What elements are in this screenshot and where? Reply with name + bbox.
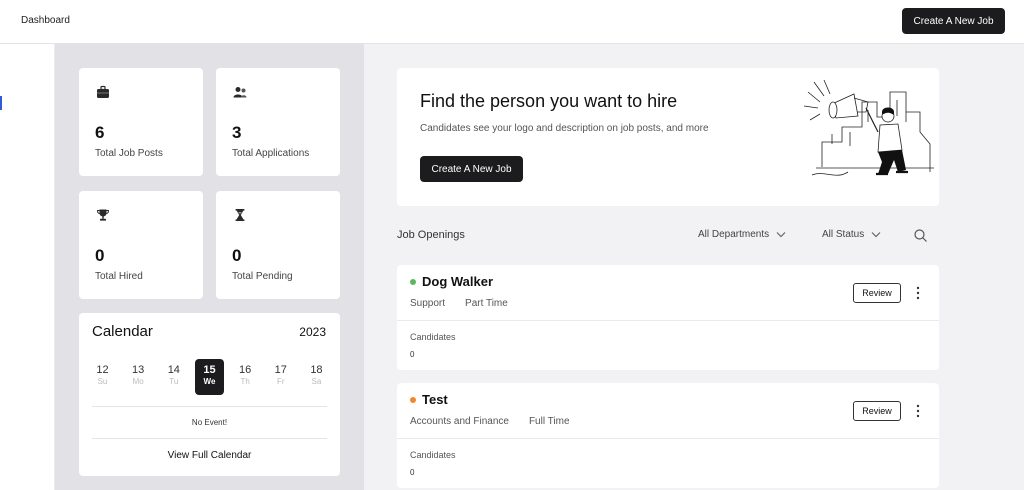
job-type: Full Time (528, 416, 570, 427)
candidates-count: 0 (410, 350, 415, 359)
calendar-title: Calendar (92, 323, 153, 340)
calendar-day[interactable]: 14 Tu (159, 359, 188, 395)
day-number: 17 (274, 364, 287, 376)
stat-value: 0 (95, 246, 105, 265)
day-number: 16 (239, 364, 252, 376)
stat-label: Total Applications (232, 148, 310, 159)
calendar-day-selected[interactable]: 15 We (194, 359, 224, 395)
briefcase-icon (97, 85, 109, 98)
trophy-icon (96, 209, 110, 221)
job-title[interactable]: Dog Walker (422, 274, 493, 289)
day-number: 15 (203, 364, 216, 376)
department-filter-label: All Departments (698, 229, 770, 240)
job-type: Part Time (465, 298, 508, 309)
day-weekday: We (203, 377, 216, 386)
stat-card-hired: 0 Total Hired (79, 191, 203, 299)
job-tags: Accounts and Finance Full Time (410, 416, 570, 427)
stat-label: Total Pending (232, 271, 293, 282)
stat-card-job-posts: 6 Total Job Posts (79, 68, 203, 176)
review-button[interactable]: Review (853, 401, 901, 421)
banner-title: Find the person you want to hire (420, 91, 678, 111)
top-bar: Dashboard Create A New Job (0, 0, 1024, 44)
job-openings-title: Job Openings (397, 229, 465, 241)
job-tags: Support Part Time (410, 298, 508, 309)
calendar-day[interactable]: 16 Th (231, 359, 260, 395)
create-job-button[interactable]: Create A New Job (902, 8, 1005, 34)
more-options-icon[interactable] (913, 285, 923, 301)
calendar-day[interactable]: 13 Mo (124, 359, 153, 395)
divider (397, 320, 939, 321)
search-icon[interactable] (913, 228, 928, 243)
hire-banner: Find the person you want to hire Candida… (397, 68, 939, 206)
users-icon (233, 87, 247, 98)
divider (397, 438, 939, 439)
calendar-year: 2023 (299, 325, 326, 339)
job-card[interactable]: Test Accounts and Finance Full Time Revi… (397, 383, 939, 488)
stat-label: Total Hired (95, 271, 143, 282)
view-full-calendar-link[interactable]: View Full Calendar (79, 450, 340, 461)
stat-value: 3 (232, 123, 242, 142)
active-indicator (0, 96, 2, 110)
divider (92, 438, 327, 439)
day-weekday: Th (240, 377, 250, 386)
calendar-day[interactable]: 18 Sa (302, 359, 331, 395)
status-filter[interactable]: All Status (822, 229, 881, 240)
stat-card-applications: 3 Total Applications (216, 68, 340, 176)
stat-value: 0 (232, 246, 242, 265)
day-weekday: Mo (132, 377, 144, 386)
more-options-icon[interactable] (913, 403, 923, 419)
megaphone-person-illustration (803, 79, 934, 176)
job-card[interactable]: Dog Walker Support Part Time Review Cand… (397, 265, 939, 370)
no-event-text: No Event! (191, 418, 228, 427)
candidates-label: Candidates (410, 332, 456, 342)
stat-label: Total Job Posts (95, 148, 163, 159)
candidates-count: 0 (410, 468, 415, 477)
candidates-label: Candidates (410, 450, 456, 460)
day-number: 13 (132, 364, 145, 376)
status-dot (410, 279, 416, 285)
day-weekday: Sa (311, 377, 322, 386)
day-weekday: Tu (169, 377, 179, 386)
chevron-down-icon (776, 232, 786, 238)
stat-card-pending: 0 Total Pending (216, 191, 340, 299)
calendar-day[interactable]: 12 Su (88, 359, 117, 395)
job-department: Accounts and Finance (410, 416, 509, 427)
banner-subtitle: Candidates see your logo and description… (420, 123, 709, 134)
banner-create-job-button[interactable]: Create A New Job (420, 156, 523, 182)
day-number: 12 (96, 364, 109, 376)
calendar-day[interactable]: 17 Fr (266, 359, 295, 395)
job-title[interactable]: Test (422, 392, 448, 407)
job-department: Support (410, 298, 446, 309)
hourglass-icon (235, 209, 245, 221)
stat-value: 6 (95, 123, 105, 142)
day-number: 18 (310, 364, 323, 376)
department-filter[interactable]: All Departments (698, 229, 786, 240)
calendar-week: 12 Su 13 Mo 14 Tu 15 We 16 Th 17 Fr 18 Sa (88, 359, 331, 395)
status-filter-label: All Status (822, 229, 865, 240)
day-weekday: Fr (277, 377, 285, 386)
side-strip (0, 44, 55, 490)
divider (92, 406, 327, 407)
breadcrumb[interactable]: Dashboard (21, 15, 70, 26)
day-weekday: Su (97, 377, 108, 386)
review-button[interactable]: Review (853, 283, 901, 303)
status-dot (410, 397, 416, 403)
day-number: 14 (167, 364, 180, 376)
chevron-down-icon (871, 232, 881, 238)
calendar-card: Calendar 2023 12 Su 13 Mo 14 Tu 15 We 16 Th 1… (79, 313, 340, 476)
